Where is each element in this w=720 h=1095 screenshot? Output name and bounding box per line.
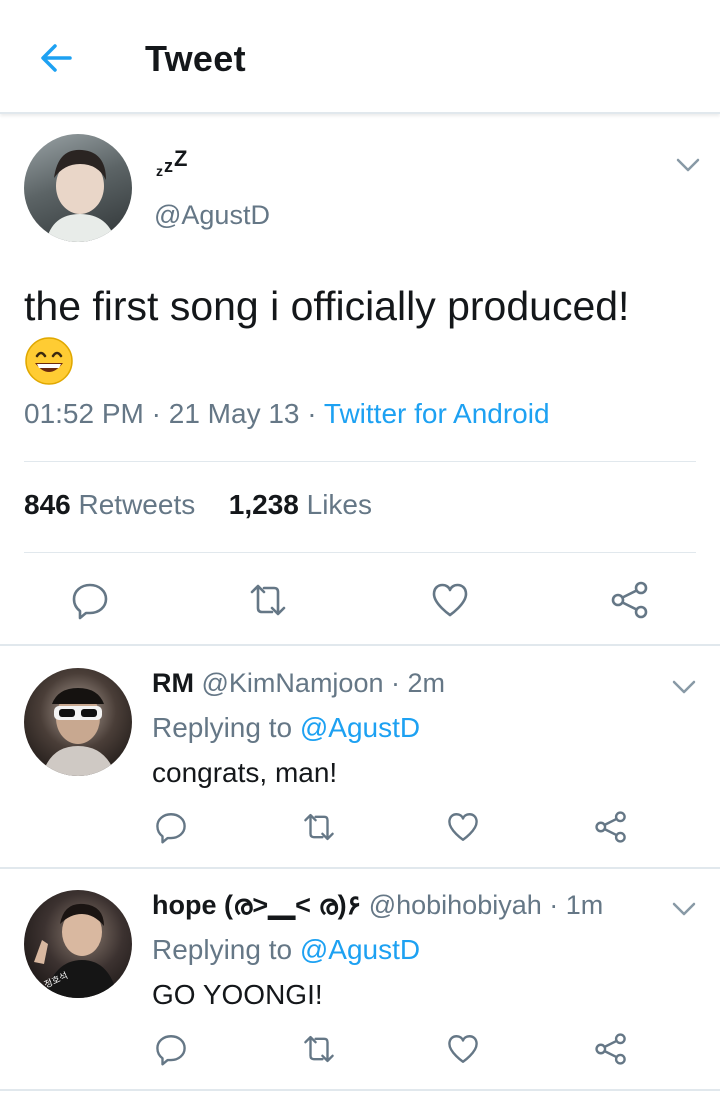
- grinning-face-emoji: [24, 336, 74, 386]
- avatar[interactable]: [24, 134, 132, 242]
- user-handle[interactable]: @AgustD: [154, 200, 270, 231]
- reply-handle[interactable]: @KimNamjoon: [202, 668, 384, 698]
- share-icon[interactable]: [610, 580, 650, 620]
- divider: [0, 1089, 720, 1091]
- likes-count[interactable]: 1,238: [229, 489, 299, 520]
- top-bar: Tweet: [0, 0, 720, 114]
- avatar[interactable]: [24, 668, 132, 776]
- tweet-time: 01:52 PM: [24, 398, 144, 429]
- retweet-icon[interactable]: [302, 1032, 336, 1066]
- retweets-count[interactable]: 846: [24, 489, 71, 520]
- replying-to: Replying to @AgustD: [152, 712, 420, 744]
- divider: [24, 461, 696, 462]
- tweet-text: the first song i officially produced!: [24, 283, 630, 329]
- share-icon[interactable]: [594, 1032, 628, 1066]
- retweet-icon[interactable]: [248, 580, 288, 620]
- tweet-source[interactable]: Twitter for Android: [324, 398, 550, 429]
- reply-header: hope (ര>▁< ര)۶ @hobihobiyah · 1m: [152, 890, 604, 920]
- tweet-date: 21 May 13: [168, 398, 300, 429]
- reply-handle[interactable]: @hobihobiyah: [369, 890, 542, 920]
- page-title: Tweet: [145, 38, 246, 79]
- chevron-down-icon[interactable]: [672, 680, 696, 694]
- reply-text: congrats, man!: [152, 757, 338, 788]
- chevron-down-icon[interactable]: [672, 902, 696, 916]
- replying-mention[interactable]: @AgustD: [300, 934, 420, 965]
- reply-text: GO YOONGI!: [152, 979, 323, 1010]
- chevron-down-icon[interactable]: [676, 158, 700, 172]
- retweets-label[interactable]: Retweets: [79, 489, 196, 520]
- replying-mention[interactable]: @AgustD: [300, 712, 420, 743]
- reply-icon[interactable]: [154, 1032, 188, 1066]
- replying-to: Replying to @AgustD: [152, 934, 420, 966]
- reply-display-name[interactable]: RM: [152, 668, 194, 698]
- tweet-meta: 01:52 PM · 21 May 13 · Twitter for Andro…: [24, 398, 550, 429]
- like-icon[interactable]: [446, 810, 480, 844]
- divider: [0, 867, 720, 869]
- like-icon[interactable]: [430, 580, 470, 620]
- replying-prefix: Replying to: [152, 934, 293, 965]
- display-name: zzZ: [156, 146, 189, 179]
- reply-display-name[interactable]: hope (ര>▁< ര)۶: [152, 890, 361, 920]
- reply-icon[interactable]: [70, 580, 110, 620]
- reply-time: 1m: [565, 890, 604, 920]
- retweet-icon[interactable]: [302, 810, 336, 844]
- replying-prefix: Replying to: [152, 712, 293, 743]
- avatar[interactable]: 정호석: [24, 890, 132, 998]
- tweet-stats: 846 Retweets 1,238 Likes: [24, 489, 372, 521]
- like-icon[interactable]: [446, 1032, 480, 1066]
- share-icon[interactable]: [594, 810, 628, 844]
- reply-header: RM @KimNamjoon · 2m: [152, 668, 445, 698]
- reply-time: 2m: [407, 668, 445, 698]
- back-arrow-icon[interactable]: [36, 38, 76, 78]
- divider: [0, 644, 720, 646]
- divider: [24, 552, 696, 553]
- likes-label[interactable]: Likes: [307, 489, 372, 520]
- reply-icon[interactable]: [154, 810, 188, 844]
